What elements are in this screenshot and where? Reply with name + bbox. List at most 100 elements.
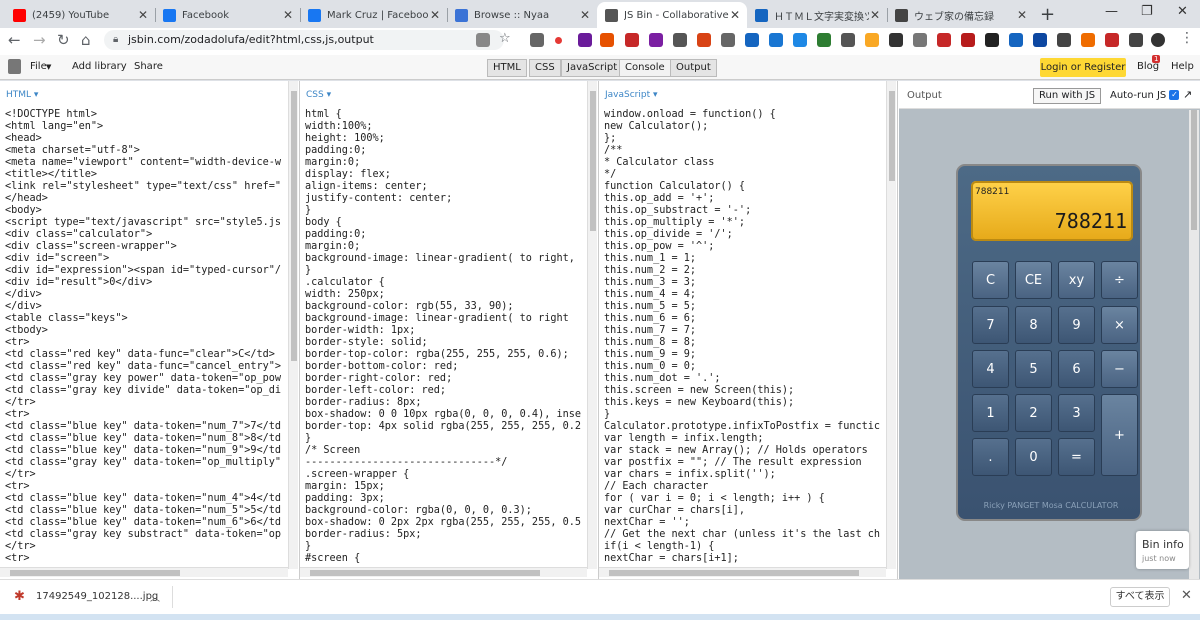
show-all-button[interactable]: すべて表示 [1110, 587, 1170, 607]
ext-icon-20[interactable] [1105, 33, 1119, 47]
calculator-key[interactable]: C [972, 261, 1009, 299]
avatar[interactable] [1151, 33, 1165, 47]
star-icon[interactable]: ☆ [499, 31, 513, 46]
wordpress-icon[interactable] [721, 33, 735, 47]
js-panel[interactable]: JavaScript ▾ window.onload = function() … [599, 81, 886, 579]
back-icon[interactable]: ← [8, 31, 21, 49]
calculator-key[interactable]: = [1058, 438, 1095, 476]
css-panel-label[interactable]: CSS ▾ [306, 90, 331, 100]
tab-javascript[interactable]: JavaScript [561, 59, 624, 77]
js-code[interactable]: window.onload = function() { new Calcula… [604, 109, 880, 565]
close-tab-icon[interactable]: ✕ [137, 8, 149, 22]
calculator-key[interactable]: xy [1058, 261, 1095, 299]
record-ext-icon[interactable] [555, 37, 562, 44]
calculator-key[interactable]: CE [1015, 261, 1052, 299]
close-tab-icon[interactable]: ✕ [579, 8, 591, 22]
tab-4[interactable]: JS Bin - Collaborative JavaScript✕ [597, 2, 747, 28]
js-v-scrollbar[interactable] [886, 81, 896, 569]
ext-icon-14[interactable] [961, 33, 975, 47]
css-h-scrollbar[interactable] [300, 567, 587, 577]
ext-icon-5[interactable] [697, 33, 711, 47]
download-item[interactable]: 17492549_102128....jpg [36, 591, 158, 602]
tab-console[interactable]: Console [619, 59, 671, 77]
ext-icon-6[interactable] [745, 33, 759, 47]
jsbin-logo-icon[interactable] [8, 59, 21, 74]
calculator-key[interactable]: 1 [972, 394, 1009, 432]
translate-icon[interactable] [476, 33, 490, 47]
bin-info-button[interactable]: Bin info just now [1136, 531, 1189, 569]
tab-2[interactable]: Mark Cruz | Facebook ✕ [300, 2, 447, 28]
ext-icon-8[interactable] [793, 33, 807, 47]
panel-divider[interactable] [897, 81, 898, 579]
tab-5[interactable]: ＨＴＭＬ文字実変換ツール✕ [747, 2, 887, 28]
ext-icon-9[interactable] [817, 33, 831, 47]
flag-ext-icon[interactable] [625, 33, 639, 47]
ext-icon-17[interactable] [1033, 33, 1047, 47]
download-ext-icon[interactable] [530, 33, 544, 47]
tab-output[interactable]: Output [670, 59, 717, 77]
calculator-key[interactable]: . [972, 438, 1009, 476]
html-panel-label[interactable]: HTML ▾ [6, 90, 38, 100]
forward-icon[interactable]: → [33, 31, 46, 49]
ext-icon-19[interactable] [1081, 33, 1095, 47]
home-icon[interactable]: ⌂ [81, 31, 91, 49]
calculator-key[interactable]: 9 [1058, 306, 1095, 344]
puzzle-icon[interactable] [1129, 33, 1143, 47]
popout-icon[interactable]: ↗ [1183, 88, 1192, 101]
ext-icon-18[interactable] [1057, 33, 1071, 47]
html-h-scrollbar[interactable] [0, 567, 288, 577]
tab-html[interactable]: HTML [487, 59, 527, 77]
calculator-key[interactable]: 5 [1015, 350, 1052, 388]
calculator-key[interactable]: 2 [1015, 394, 1052, 432]
ext-icon-2[interactable] [600, 33, 614, 47]
autorun-checkbox[interactable]: ✓ [1169, 90, 1180, 100]
calculator-key[interactable]: × [1101, 306, 1138, 344]
close-window-icon[interactable]: ✕ [1177, 4, 1188, 19]
ext-icon-3[interactable] [649, 33, 663, 47]
chevron-up-icon[interactable]: ︿ [150, 589, 160, 604]
ext-icon-7[interactable] [769, 33, 783, 47]
calculator-key[interactable]: 0 [1015, 438, 1052, 476]
calculator-key[interactable]: ÷ [1101, 261, 1138, 299]
calculator-key[interactable]: − [1101, 350, 1138, 388]
close-tab-icon[interactable]: ✕ [1016, 8, 1028, 22]
minimize-icon[interactable]: — [1105, 4, 1118, 19]
share-menu[interactable]: Share [134, 61, 163, 72]
tab-css[interactable]: CSS [529, 59, 561, 77]
autorun-toggle[interactable]: Auto-run JS ✓ [1110, 90, 1180, 101]
calculator-key[interactable]: 3 [1058, 394, 1095, 432]
close-tab-icon[interactable]: ✕ [282, 8, 294, 22]
new-tab-button[interactable]: + [1040, 4, 1055, 25]
tab-3[interactable]: Browse :: Nyaa ✕ [447, 2, 597, 28]
run-with-js-button[interactable]: Run with JS [1033, 88, 1102, 104]
calculator-key[interactable]: 7 [972, 306, 1009, 344]
css-panel[interactable]: CSS ▾ html { width:100%; height: 100%; p… [300, 81, 587, 579]
kebab-menu-icon[interactable]: ⋮ [1180, 30, 1194, 46]
login-button[interactable]: Login or Register [1040, 58, 1126, 77]
tab-1[interactable]: Facebook ✕ [155, 2, 300, 28]
tab-0[interactable]: (2459) YouTube ✕ [5, 2, 155, 28]
gmail-icon[interactable] [937, 33, 951, 47]
address-bar[interactable]: 🔒︎ jsbin.com/zodadolufa/edit?html,css,js… [104, 30, 504, 50]
tab-6[interactable]: ウェブ家の備忘録 ✕ [887, 2, 1034, 28]
ext-icon-10[interactable] [841, 33, 855, 47]
ext-icon-4[interactable] [673, 33, 687, 47]
close-tab-icon[interactable]: ✕ [729, 8, 741, 22]
ext-icon-11[interactable] [865, 33, 879, 47]
calculator-key[interactable]: 6 [1058, 350, 1095, 388]
ext-icon-16[interactable] [1009, 33, 1023, 47]
add-library-menu[interactable]: Add library [72, 61, 127, 72]
calculator-key[interactable]: 8 [1015, 306, 1052, 344]
ext-icon-13[interactable] [913, 33, 927, 47]
calculator-key[interactable]: 4 [972, 350, 1009, 388]
css-code[interactable]: html { width:100%; height: 100%; padding… [305, 109, 581, 565]
css-v-scrollbar[interactable] [587, 81, 597, 569]
html-v-scrollbar[interactable] [288, 81, 298, 569]
js-h-scrollbar[interactable] [599, 567, 886, 577]
help-link[interactable]: Help [1171, 61, 1194, 72]
restore-icon[interactable]: ❐ [1141, 4, 1153, 19]
close-tab-icon[interactable]: ✕ [869, 8, 881, 22]
output-v-scrollbar[interactable] [1189, 110, 1199, 579]
html-code[interactable]: <!DOCTYPE html> <html lang="en"> <head> … [5, 109, 281, 565]
close-tab-icon[interactable]: ✕ [429, 8, 441, 22]
